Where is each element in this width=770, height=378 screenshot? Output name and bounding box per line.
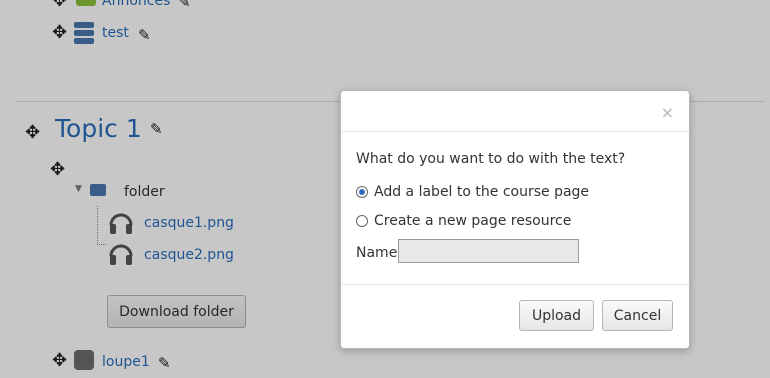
upload-button[interactable]: Upload: [519, 300, 594, 331]
name-input[interactable]: [398, 239, 579, 263]
radio-create-page[interactable]: [356, 215, 368, 227]
radio-add-label[interactable]: [356, 186, 368, 198]
dialog-footer: [341, 284, 689, 285]
dialog-header: ×: [341, 91, 689, 132]
option-add-label[interactable]: Add a label to the course page: [356, 184, 589, 200]
name-label: Name: [356, 245, 398, 261]
cancel-button[interactable]: Cancel: [602, 300, 673, 331]
upload-dialog: × What do you want to do with the text? …: [340, 90, 690, 349]
option-label: Add a label to the course page: [374, 184, 590, 200]
option-label: Create a new page resource: [374, 213, 572, 229]
dialog-question: What do you want to do with the text?: [356, 151, 626, 167]
option-create-page[interactable]: Create a new page resource: [356, 213, 571, 229]
close-icon[interactable]: ×: [661, 105, 674, 121]
